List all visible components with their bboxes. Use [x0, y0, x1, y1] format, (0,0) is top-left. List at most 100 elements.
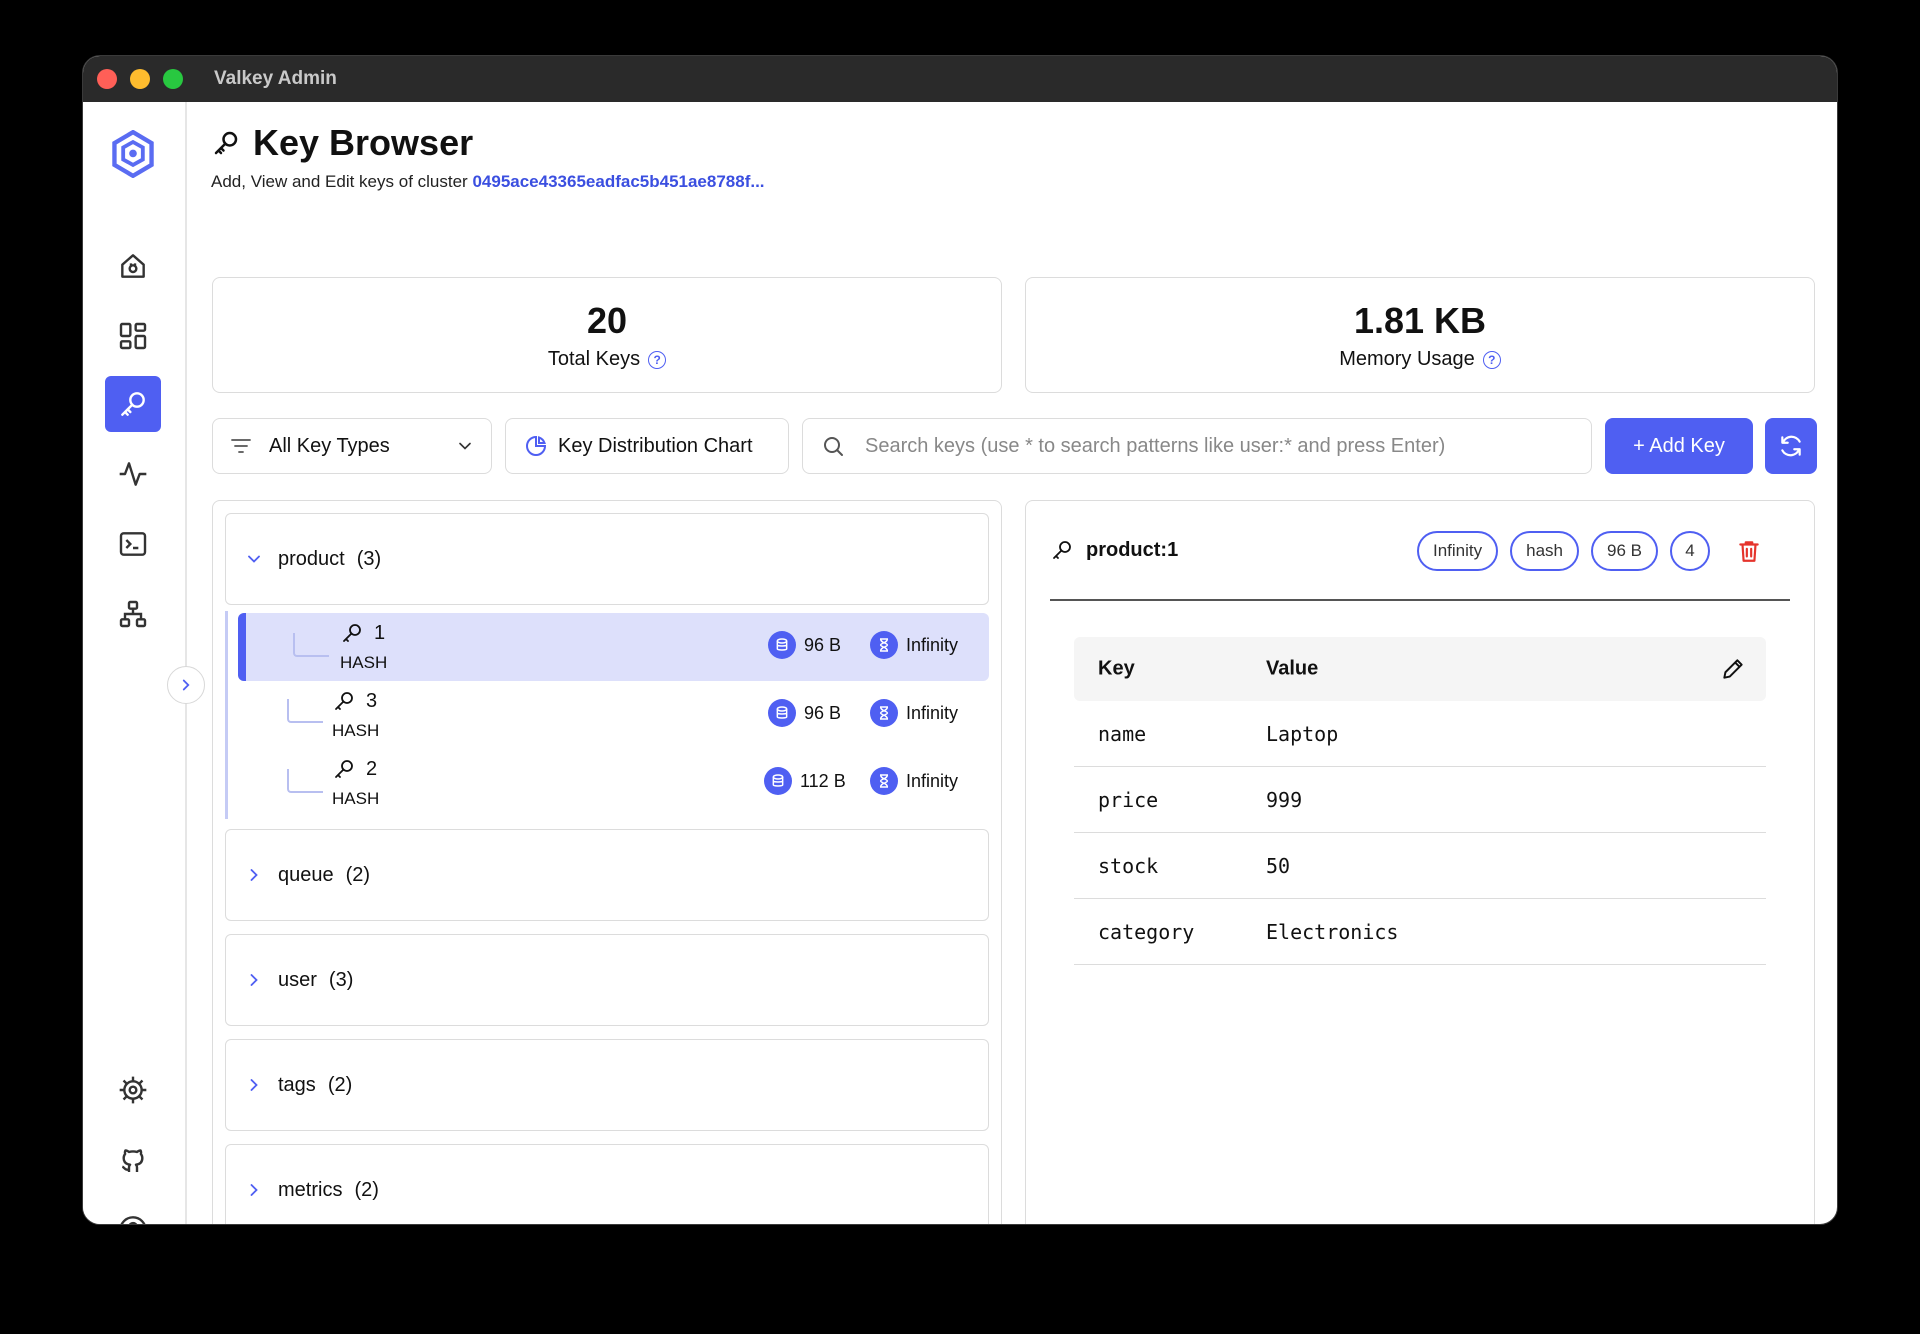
key-row-product-3[interactable]: 3 HASH 96 B Infinity	[238, 681, 989, 749]
key-icon	[214, 131, 238, 155]
memory-usage-label-text: Memory Usage	[1339, 348, 1475, 370]
close-window-button[interactable]	[97, 69, 117, 89]
page-title: Key Browser	[211, 122, 765, 164]
chevron-right-icon	[250, 974, 258, 986]
total-keys-label: Total Keys ?	[213, 348, 1001, 371]
hourglass-icon	[870, 699, 898, 727]
refresh-button[interactable]	[1765, 418, 1817, 474]
size-badge: 96 B	[1591, 531, 1658, 571]
chevron-right-icon	[250, 869, 258, 881]
info-icon[interactable]: ?	[1482, 350, 1501, 369]
dashboard-icon[interactable]	[105, 308, 161, 364]
database-icon	[768, 631, 796, 659]
memory-usage-label: Memory Usage ?	[1026, 348, 1814, 371]
key-size: 112 B	[764, 767, 846, 795]
key-row-product-2[interactable]: 2 HASH 112 B Infinity	[238, 749, 989, 817]
group-count: (2)	[345, 863, 371, 886]
chevron-right-icon	[182, 679, 190, 691]
detail-key-text: product:1	[1086, 538, 1179, 561]
key-name-text: 3	[366, 689, 378, 712]
detail-header: product:1 Infinity hash 96 B 4	[1050, 501, 1790, 601]
activity-icon[interactable]	[105, 446, 161, 502]
tree-branch	[293, 633, 329, 657]
title-bar: Valkey Admin	[83, 56, 1837, 102]
key-icon	[343, 624, 361, 642]
key-name-text: 1	[374, 621, 386, 644]
delete-icon[interactable]	[1736, 538, 1762, 564]
group-count: (2)	[327, 1073, 353, 1096]
terminal-icon[interactable]	[105, 516, 161, 572]
column-header-key: Key	[1098, 657, 1135, 680]
ttl-badge: Infinity	[1417, 531, 1499, 571]
cluster-topology-icon[interactable]	[105, 586, 161, 642]
group-count: (3)	[356, 547, 382, 570]
key-group-tags[interactable]: tags (2)	[225, 1039, 989, 1131]
main-content: Key Browser Add, View and Edit keys of c…	[187, 102, 1837, 1224]
field-count-badge: 4	[1670, 531, 1710, 571]
tree-rail	[225, 611, 228, 819]
valkey-logo-icon[interactable]	[105, 124, 161, 184]
key-size: 96 B	[768, 631, 841, 659]
connection-icon[interactable]	[105, 238, 161, 294]
key-type: HASH	[332, 721, 380, 740]
chevron-right-icon	[250, 1184, 258, 1196]
key-type-filter-select[interactable]: All Key Types	[212, 418, 492, 474]
key-distribution-chart-button[interactable]: Key Distribution Chart	[505, 418, 789, 474]
chevron-down-icon	[459, 442, 471, 450]
detail-chips: Infinity hash 96 B 4	[1405, 531, 1762, 571]
page-title-text: Key Browser	[253, 122, 474, 163]
key-size-text: 96 B	[804, 634, 842, 655]
key-icon	[335, 760, 353, 778]
field-key: stock	[1098, 853, 1159, 878]
key-icon	[1053, 541, 1071, 559]
help-icon[interactable]	[105, 1202, 161, 1224]
key-list-panel: product (3) 1 HASH 96 B Infinity 3 HASH …	[212, 500, 1002, 1224]
total-keys-card: 20 Total Keys ?	[212, 277, 1002, 393]
key-distribution-chart-label: Key Distribution Chart	[558, 434, 753, 457]
field-key: category	[1098, 919, 1195, 944]
key-size: 96 B	[768, 699, 841, 727]
edit-icon[interactable]	[1720, 656, 1746, 682]
tree-branch	[287, 769, 323, 793]
type-badge: hash	[1510, 531, 1580, 571]
subtitle-text: Add, View and Edit keys of cluster	[211, 172, 468, 191]
column-header-value: Value	[1266, 657, 1319, 680]
key-group-metrics[interactable]: metrics (2)	[225, 1144, 989, 1224]
table-header: Key Value	[1074, 637, 1766, 701]
sidebar-expand-button[interactable]	[167, 666, 205, 704]
group-name: user	[278, 968, 317, 991]
table-row: price 999	[1074, 767, 1766, 833]
settings-icon[interactable]	[105, 1062, 161, 1118]
page-header: Key Browser Add, View and Edit keys of c…	[211, 122, 765, 192]
memory-usage-card: 1.81 KB Memory Usage ?	[1025, 277, 1815, 393]
key-group-queue[interactable]: queue (2)	[225, 829, 989, 921]
key-name-text: 2	[366, 757, 378, 780]
key-detail-panel: product:1 Infinity hash 96 B 4 Key Value	[1025, 500, 1815, 1224]
field-value: Laptop	[1266, 721, 1339, 746]
add-key-label: + Add Key	[1633, 434, 1725, 457]
minimize-window-button[interactable]	[130, 69, 150, 89]
group-count: (3)	[328, 968, 354, 991]
key-ttl-text: Infinity	[906, 770, 959, 791]
search-input[interactable]: Search keys (use * to search patterns li…	[802, 418, 1592, 474]
key-ttl: Infinity	[870, 699, 958, 727]
search-placeholder: Search keys (use * to search patterns li…	[865, 434, 1446, 457]
add-key-button[interactable]: + Add Key	[1605, 418, 1753, 474]
total-keys-value: 20	[586, 300, 628, 341]
maximize-window-button[interactable]	[163, 69, 183, 89]
filter-icon	[231, 439, 251, 453]
field-value: 999	[1266, 787, 1303, 812]
field-key: price	[1098, 787, 1159, 812]
chevron-right-icon	[250, 1079, 258, 1091]
github-icon[interactable]	[105, 1132, 161, 1188]
hourglass-icon	[870, 631, 898, 659]
key-group-user[interactable]: user (3)	[225, 934, 989, 1026]
key-browser-nav-key-icon[interactable]	[105, 376, 161, 432]
key-ttl-text: Infinity	[906, 634, 959, 655]
group-name: metrics	[278, 1178, 343, 1201]
info-icon[interactable]: ?	[648, 350, 667, 369]
cluster-id-link[interactable]: 0495ace43365eadfac5b451ae8788f...	[472, 172, 764, 191]
key-group-product[interactable]: product (3)	[225, 513, 989, 605]
key-row-product-1[interactable]: 1 HASH 96 B Infinity	[238, 613, 989, 681]
page-subtitle: Add, View and Edit keys of cluster 0495a…	[211, 172, 765, 192]
